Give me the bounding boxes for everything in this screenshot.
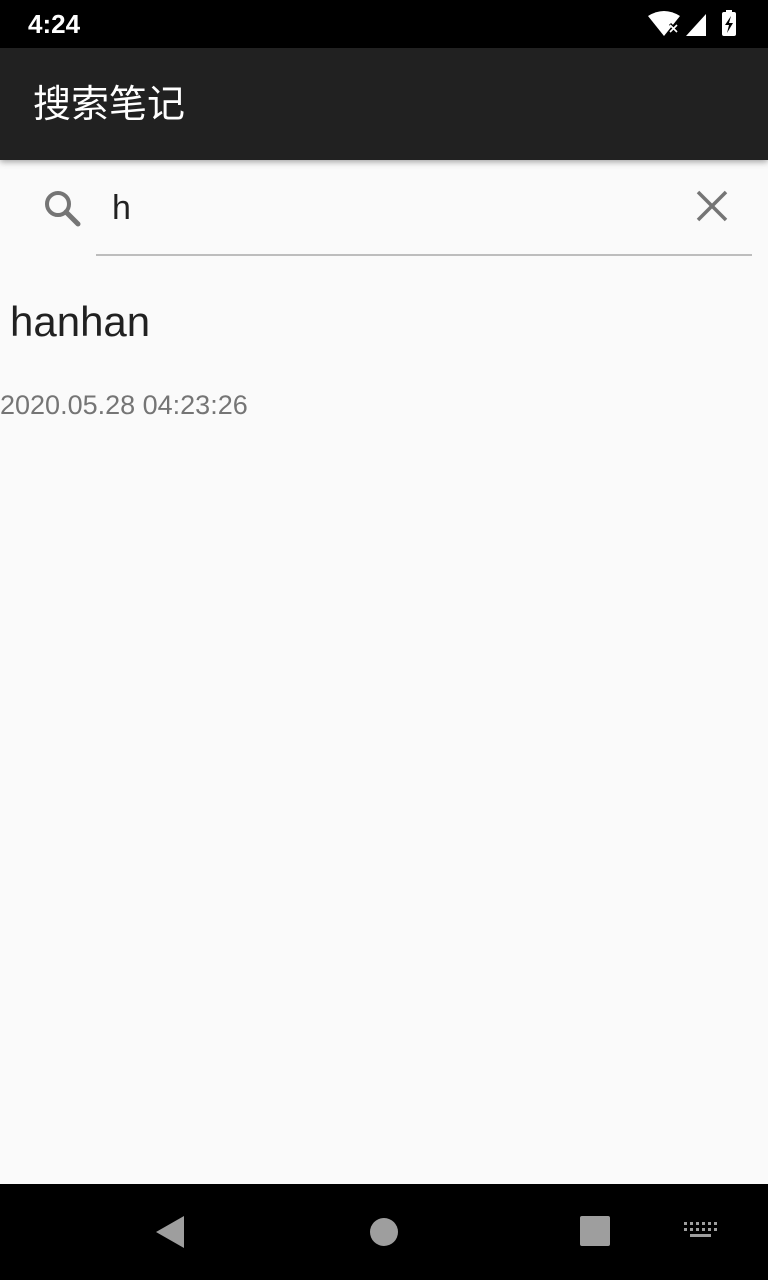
search-underline	[96, 254, 752, 256]
wifi-icon	[648, 11, 680, 36]
status-time: 4:24	[28, 9, 81, 39]
note-title: hanhan	[10, 298, 151, 345]
note-timestamp: 2020.05.28 04:23:26	[0, 390, 248, 420]
keyboard-icon[interactable]	[682, 1220, 720, 1242]
battery-charging-icon	[722, 10, 736, 36]
status-icons	[648, 10, 736, 36]
cellular-signal-icon	[686, 14, 706, 36]
navigation-bar	[0, 1184, 768, 1280]
clear-icon[interactable]	[692, 186, 732, 226]
page-title: 搜索笔记	[33, 82, 186, 126]
recents-icon[interactable]	[578, 1214, 612, 1248]
status-bar: 4:24	[0, 0, 768, 48]
list-item[interactable]: hanhan 2020.05.28 04:23:26	[0, 280, 768, 440]
back-icon[interactable]	[150, 1212, 190, 1252]
home-icon[interactable]	[366, 1214, 402, 1250]
search-input[interactable]	[96, 176, 676, 240]
app-bar: 搜索笔记	[0, 48, 768, 160]
search-icon	[45, 191, 81, 227]
